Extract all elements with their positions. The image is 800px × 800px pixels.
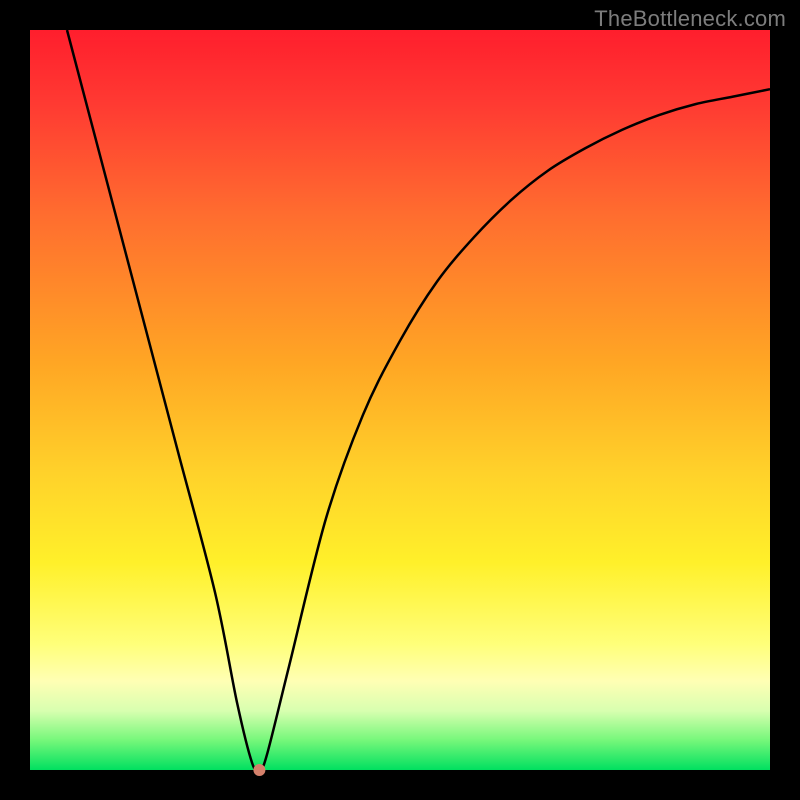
bottleneck-curve xyxy=(67,30,770,771)
chart-container: TheBottleneck.com xyxy=(0,0,800,800)
curve-svg xyxy=(30,30,770,770)
watermark-text: TheBottleneck.com xyxy=(594,6,786,32)
minimum-marker xyxy=(253,764,265,776)
plot-area xyxy=(30,30,770,770)
